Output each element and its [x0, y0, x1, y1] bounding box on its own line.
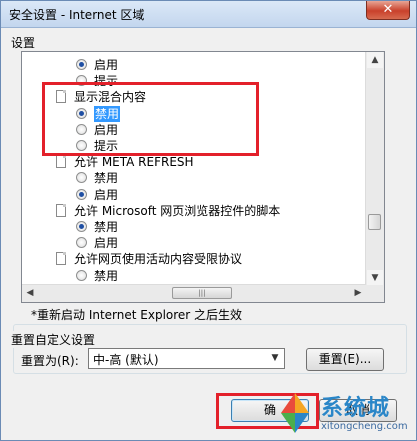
highlight-box-mixed-content: [42, 82, 259, 156]
reset-level-value: 中-高 (默认): [93, 353, 159, 367]
setting-header-label: 允许 Microsoft 网页浏览器控件的脚本: [74, 203, 281, 218]
document-icon: [56, 203, 66, 217]
brand-logo-icon: [281, 393, 309, 433]
document-icon: [56, 252, 66, 266]
radio-label: 禁用: [94, 171, 119, 186]
radio-label: 启用: [94, 58, 119, 72]
watermark-url: xitongcheng.com: [321, 421, 408, 432]
horizontal-scrollbar[interactable]: ◀ ||| ▶: [22, 284, 366, 302]
radio-label: 启用: [94, 236, 119, 251]
reset-button[interactable]: 重置(E)...: [306, 348, 384, 371]
vertical-scroll-thumb[interactable]: [368, 214, 381, 230]
close-button[interactable]: ✕: [366, 1, 410, 20]
radio-button[interactable]: [76, 221, 87, 232]
horizontal-scroll-thumb[interactable]: |||: [172, 287, 232, 299]
setting-header-label: 允许网页使用活动内容受限协议: [74, 252, 243, 267]
radio-label: 禁用: [94, 220, 119, 234]
setting-header-label: 允许 META REFRESH: [74, 155, 194, 170]
reset-to-label: 重置为(R):: [21, 354, 79, 368]
watermark: 系统城 xitongcheng.com: [269, 381, 416, 440]
radio-button[interactable]: [76, 172, 87, 184]
radio-label: 启用: [94, 187, 119, 202]
radio-label: 禁用: [94, 268, 119, 283]
security-settings-window: 安全设置 - Internet 区域 ✕ 设置 启用 提示 显示混合内容 禁用 启用 提示…: [0, 0, 417, 441]
chevron-down-icon[interactable]: ▼: [267, 350, 283, 367]
scroll-corner: [366, 285, 384, 302]
radio-button[interactable]: [76, 237, 87, 249]
settings-group-label: 设置: [11, 36, 36, 50]
scroll-left-button[interactable]: ◀: [22, 285, 38, 302]
title-bar[interactable]: 安全设置 - Internet 区域 ✕: [1, 1, 416, 28]
window-title: 安全设置 - Internet 区域: [9, 8, 145, 22]
watermark-brand: 系统城: [321, 396, 391, 421]
scroll-up-button[interactable]: ▲: [367, 52, 383, 68]
scroll-right-button[interactable]: ▶: [350, 285, 366, 302]
radio-button[interactable]: [76, 188, 87, 200]
radio-button[interactable]: [76, 269, 87, 281]
reset-level-dropdown[interactable]: 中-高 (默认) ▼: [88, 348, 285, 369]
scroll-down-button[interactable]: ▼: [367, 270, 383, 286]
vertical-scrollbar[interactable]: ▲ ▼: [365, 52, 384, 286]
document-icon: [56, 155, 66, 169]
radio-button[interactable]: [76, 59, 87, 70]
reset-group-title: 重置自定义设置: [11, 331, 96, 348]
restart-note: *重新启动 Internet Explorer 之后生效: [31, 308, 243, 322]
